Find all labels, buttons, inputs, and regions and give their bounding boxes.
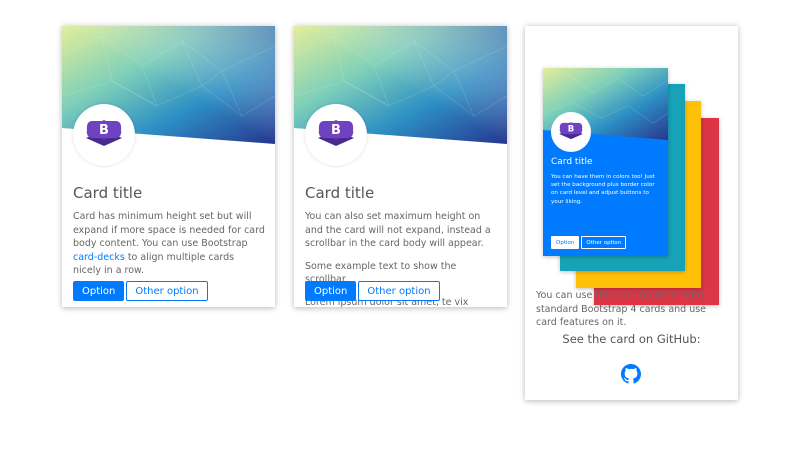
card-buttons: Option Other option — [73, 281, 208, 301]
mini-other-option-button: Other option — [581, 236, 627, 249]
bootstrap-logo-icon: B — [305, 104, 367, 166]
card-showcase: B Card title You can have them in colors… — [525, 26, 738, 400]
card-decks-link[interactable]: card-decks — [73, 252, 125, 263]
svg-text:B: B — [331, 123, 341, 138]
page: B Card title Card has minimum height set… — [0, 0, 800, 450]
svg-text:B: B — [99, 123, 109, 138]
card-text: You can use this card together with stan… — [536, 290, 707, 328]
stacked-cards-illustration: B Card title You can have them in colors… — [525, 26, 738, 305]
other-option-button[interactable]: Other option — [358, 281, 440, 301]
card-paragraph: You can also set maximum height on and t… — [305, 211, 491, 249]
mini-card-title: Card title — [551, 157, 593, 167]
mini-option-button: Option — [551, 236, 580, 249]
other-option-button[interactable]: Other option — [126, 281, 208, 301]
mini-card-text: You can have them in colors too! Just se… — [551, 174, 655, 205]
bootstrap-logo-icon: B — [551, 112, 591, 152]
option-button[interactable]: Option — [73, 281, 125, 301]
svg-text:B: B — [568, 123, 574, 133]
card-buttons: Option Other option — [305, 281, 440, 301]
card-min-height: B Card title Card has minimum height set… — [62, 26, 275, 307]
mini-card-blue: B Card title You can have them in colors… — [543, 68, 668, 256]
bootstrap-logo-icon: B — [73, 104, 135, 166]
github-label: See the card on GitHub: — [562, 332, 701, 346]
card-body: Card title Card has minimum height set b… — [73, 184, 265, 278]
card-text: Card has minimum height set but will exp… — [73, 211, 265, 276]
card-title: Card title — [73, 184, 143, 202]
card-title: Card title — [305, 184, 375, 202]
option-button[interactable]: Option — [305, 281, 357, 301]
github-icon[interactable] — [621, 364, 641, 384]
card-max-height: B Card title You can also set maximum he… — [294, 26, 507, 307]
mini-card-buttons: Option Other option — [551, 236, 627, 249]
